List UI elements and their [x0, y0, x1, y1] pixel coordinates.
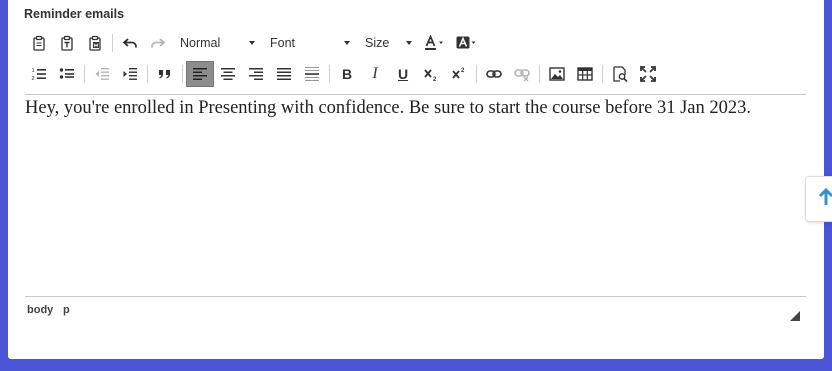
paste-text-icon — [59, 35, 75, 51]
toolbar-separator — [182, 65, 183, 83]
blockquote-button[interactable] — [151, 61, 179, 87]
chevron-down-icon — [249, 41, 255, 45]
align-left-icon — [192, 66, 208, 82]
italic-icon: I — [372, 65, 378, 82]
paste-icon — [31, 35, 47, 51]
insert-table-button[interactable] — [571, 61, 599, 87]
element-path-p[interactable]: p — [63, 304, 70, 316]
insert-link-button[interactable] — [480, 61, 508, 87]
paste-from-word-button[interactable] — [81, 30, 109, 56]
align-center-button[interactable] — [214, 61, 242, 87]
resize-handle-icon[interactable] — [790, 308, 800, 326]
justify-button[interactable] — [270, 61, 298, 87]
toolbar-separator — [84, 65, 85, 83]
decrease-indent-button[interactable] — [88, 61, 116, 87]
superscript-button[interactable]: 2 — [445, 61, 473, 87]
size-select[interactable]: Size — [357, 30, 419, 56]
insert-image-button[interactable] — [543, 61, 571, 87]
paste-button[interactable] — [25, 30, 53, 56]
toolbar-separator — [539, 65, 540, 83]
reminder-emails-panel: Reminder emails Normal Font Size 1 2 B I… — [8, 0, 824, 359]
unlink-icon — [514, 66, 530, 82]
align-right-icon — [248, 66, 264, 82]
remove-link-button[interactable] — [508, 61, 536, 87]
svg-text:2: 2 — [433, 77, 437, 82]
increase-indent-button[interactable] — [116, 61, 144, 87]
editor-status-bar: body p — [25, 296, 806, 324]
toolbar-separator — [476, 65, 477, 83]
maximize-button[interactable] — [634, 61, 662, 87]
toolbar-separator — [112, 34, 113, 52]
toolbar-row-1: Normal Font Size — [25, 30, 483, 56]
editor-paragraph[interactable]: Hey, you're enrolled in Presenting with … — [25, 98, 751, 119]
bold-icon: B — [341, 66, 353, 82]
horizontal-rule-button[interactable] — [298, 61, 326, 87]
undo-icon — [122, 35, 138, 51]
arrow-up-icon — [818, 187, 832, 211]
table-icon — [577, 66, 593, 82]
subscript-icon: 2 — [423, 66, 439, 82]
background-color-icon — [456, 35, 478, 51]
indent-icon — [122, 66, 138, 82]
toolbar-separator — [602, 65, 603, 83]
underline-button[interactable]: U — [389, 61, 417, 87]
format-select[interactable]: Normal — [172, 30, 262, 56]
redo-icon — [150, 35, 166, 51]
format-select-value: Normal — [180, 36, 221, 50]
toolbar-row-2: 12 B I U 2 2 — [25, 61, 662, 87]
scroll-to-top-button[interactable] — [805, 176, 832, 222]
numbered-list-icon: 12 — [31, 66, 47, 82]
preview-icon — [612, 66, 628, 82]
background-color-button[interactable] — [451, 30, 483, 56]
font-select[interactable]: Font — [262, 30, 357, 56]
underline-icon: U — [397, 66, 409, 82]
font-select-value: Font — [270, 36, 296, 50]
horizontal-rule-icon — [304, 66, 320, 82]
paste-word-icon — [87, 35, 103, 51]
italic-button[interactable]: I — [361, 61, 389, 87]
chevron-down-icon — [344, 41, 350, 45]
paste-text-button[interactable] — [53, 30, 81, 56]
toolbar-separator — [147, 65, 148, 83]
editor-content-area[interactable]: Hey, you're enrolled in Presenting with … — [25, 94, 806, 297]
align-center-icon — [220, 66, 236, 82]
numbered-list-button[interactable]: 12 — [25, 61, 53, 87]
rich-text-editor: Normal Font Size 1 2 B I U 2 2 Hey, you'… — [25, 30, 806, 323]
image-icon — [549, 66, 565, 82]
bulleted-list-button[interactable] — [53, 61, 81, 87]
toolbar-separator — [329, 65, 330, 83]
outdent-icon — [94, 66, 110, 82]
redo-button[interactable] — [144, 30, 172, 56]
undo-button[interactable] — [116, 30, 144, 56]
maximize-icon — [640, 66, 656, 82]
size-select-value: Size — [365, 36, 390, 50]
section-title: Reminder emails — [24, 7, 125, 21]
align-justify-icon — [276, 66, 292, 82]
svg-text:2: 2 — [32, 76, 35, 82]
preview-button[interactable] — [606, 61, 634, 87]
link-icon — [486, 66, 502, 82]
text-color-icon — [424, 35, 446, 51]
bold-button[interactable]: B — [333, 61, 361, 87]
chevron-down-icon — [406, 41, 412, 45]
superscript-icon: 2 — [451, 66, 467, 82]
quote-icon — [157, 66, 173, 82]
bulleted-list-icon — [59, 66, 75, 82]
align-right-button[interactable] — [242, 61, 270, 87]
element-path-body[interactable]: body — [27, 304, 53, 316]
align-left-button[interactable] — [186, 61, 214, 87]
svg-text:2: 2 — [461, 68, 465, 74]
text-color-button[interactable] — [419, 30, 451, 56]
svg-text:1: 1 — [32, 68, 35, 74]
subscript-button[interactable]: 2 — [417, 61, 445, 87]
